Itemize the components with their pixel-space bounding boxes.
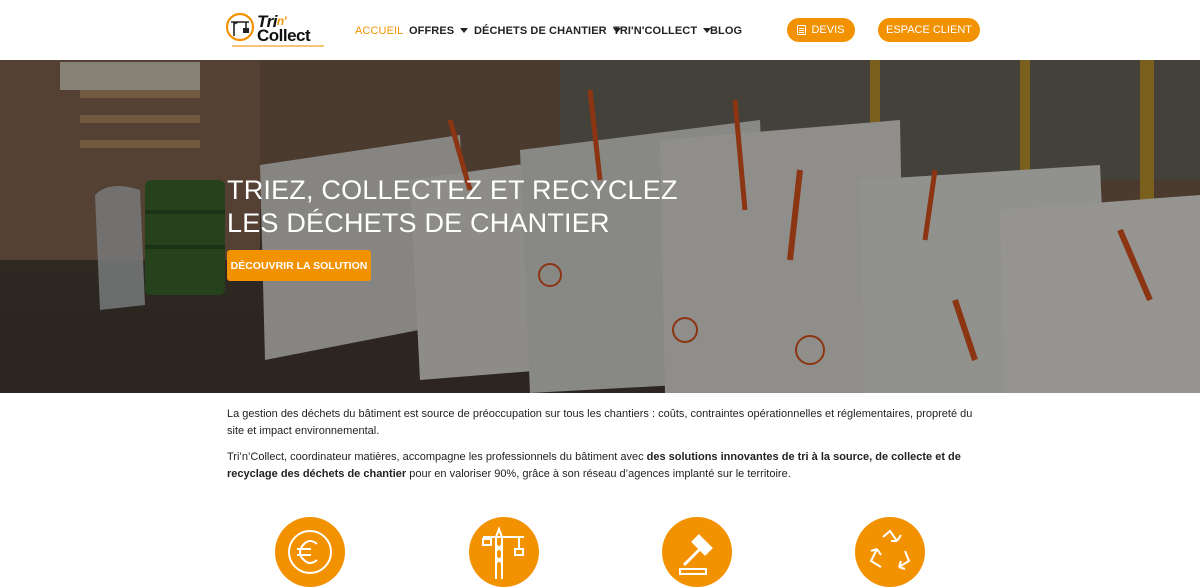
intro-bold-tri: des solutions innovantes de tri à la sou… [646, 451, 870, 463]
feature-recycling[interactable] [855, 517, 925, 587]
intro-bold-and: et [932, 451, 949, 463]
intro-paragraph-2: Tri’n’Collect, coordinateur matières, ac… [227, 449, 975, 483]
decouvrir-solution-button[interactable]: DÉCOUVRIR LA SOLUTION [227, 250, 371, 281]
trincollect-logo[interactable]: Trin' Collect [226, 10, 324, 50]
feature-regulation[interactable] [662, 517, 732, 587]
nav-offres-label: OFFRES [409, 24, 455, 37]
intro-text-end: pour en valoriser 90%, grâce à son résea… [406, 468, 791, 480]
devis-button[interactable]: DEVIS [787, 18, 855, 42]
nav-dechets-de-chantier[interactable]: DÉCHETS DE CHANTIER [474, 24, 621, 37]
feature-cost[interactable] [275, 517, 345, 587]
feature-collect[interactable] [469, 517, 539, 587]
intro-bold-collecte: de collecte [875, 451, 933, 463]
nav-trincollect-label: TRI'N'COLLECT [613, 24, 698, 37]
nav-dechets-label: DÉCHETS DE CHANTIER [474, 24, 607, 37]
devis-button-label: DEVIS [811, 24, 845, 36]
nav-accueil[interactable]: ACCUEIL [355, 24, 403, 37]
hero-title-line-1: TRIEZ, COLLECTEZ ET RECYCLEZ [227, 175, 678, 205]
gavel-icon [679, 534, 713, 575]
crane-icon [482, 526, 524, 579]
hero-title-line-2: LES DÉCHETS DE CHANTIER [227, 208, 610, 238]
site-header: Trin' Collect ACCUEIL OFFRES DÉCHETS DE … [0, 0, 1200, 60]
recycle-icon [869, 529, 911, 570]
espace-client-label: ESPACE CLIENT [886, 24, 972, 36]
euro-icon [288, 530, 332, 574]
intro-paragraph-1: La gestion des déchets du bâtiment est s… [227, 408, 973, 437]
nav-offres[interactable]: OFFRES [409, 24, 469, 37]
hero-banner: TRIEZ, COLLECTEZ ET RECYCLEZ LES DÉCHETS… [0, 60, 1200, 393]
logo-emblem-icon [226, 12, 255, 42]
intro-section: La gestion des déchets du bâtiment est s… [227, 406, 975, 492]
hero-title: TRIEZ, COLLECTEZ ET RECYCLEZ LES DÉCHETS… [227, 174, 787, 240]
nav-trincollect[interactable]: TRI'N'COLLECT [613, 24, 712, 37]
nav-accueil-label: ACCUEIL [355, 24, 404, 37]
logo-tagline-line [232, 45, 324, 47]
chevron-down-icon [460, 28, 469, 33]
logo-word-collect: Collect [257, 26, 311, 45]
intro-text: Tri’n’Collect, coordinateur matières, ac… [227, 451, 647, 463]
espace-client-button[interactable]: ESPACE CLIENT [878, 18, 980, 42]
nav-blog-label: BLOG [710, 24, 743, 37]
nav-blog[interactable]: BLOG [710, 24, 742, 37]
document-icon [797, 25, 807, 35]
